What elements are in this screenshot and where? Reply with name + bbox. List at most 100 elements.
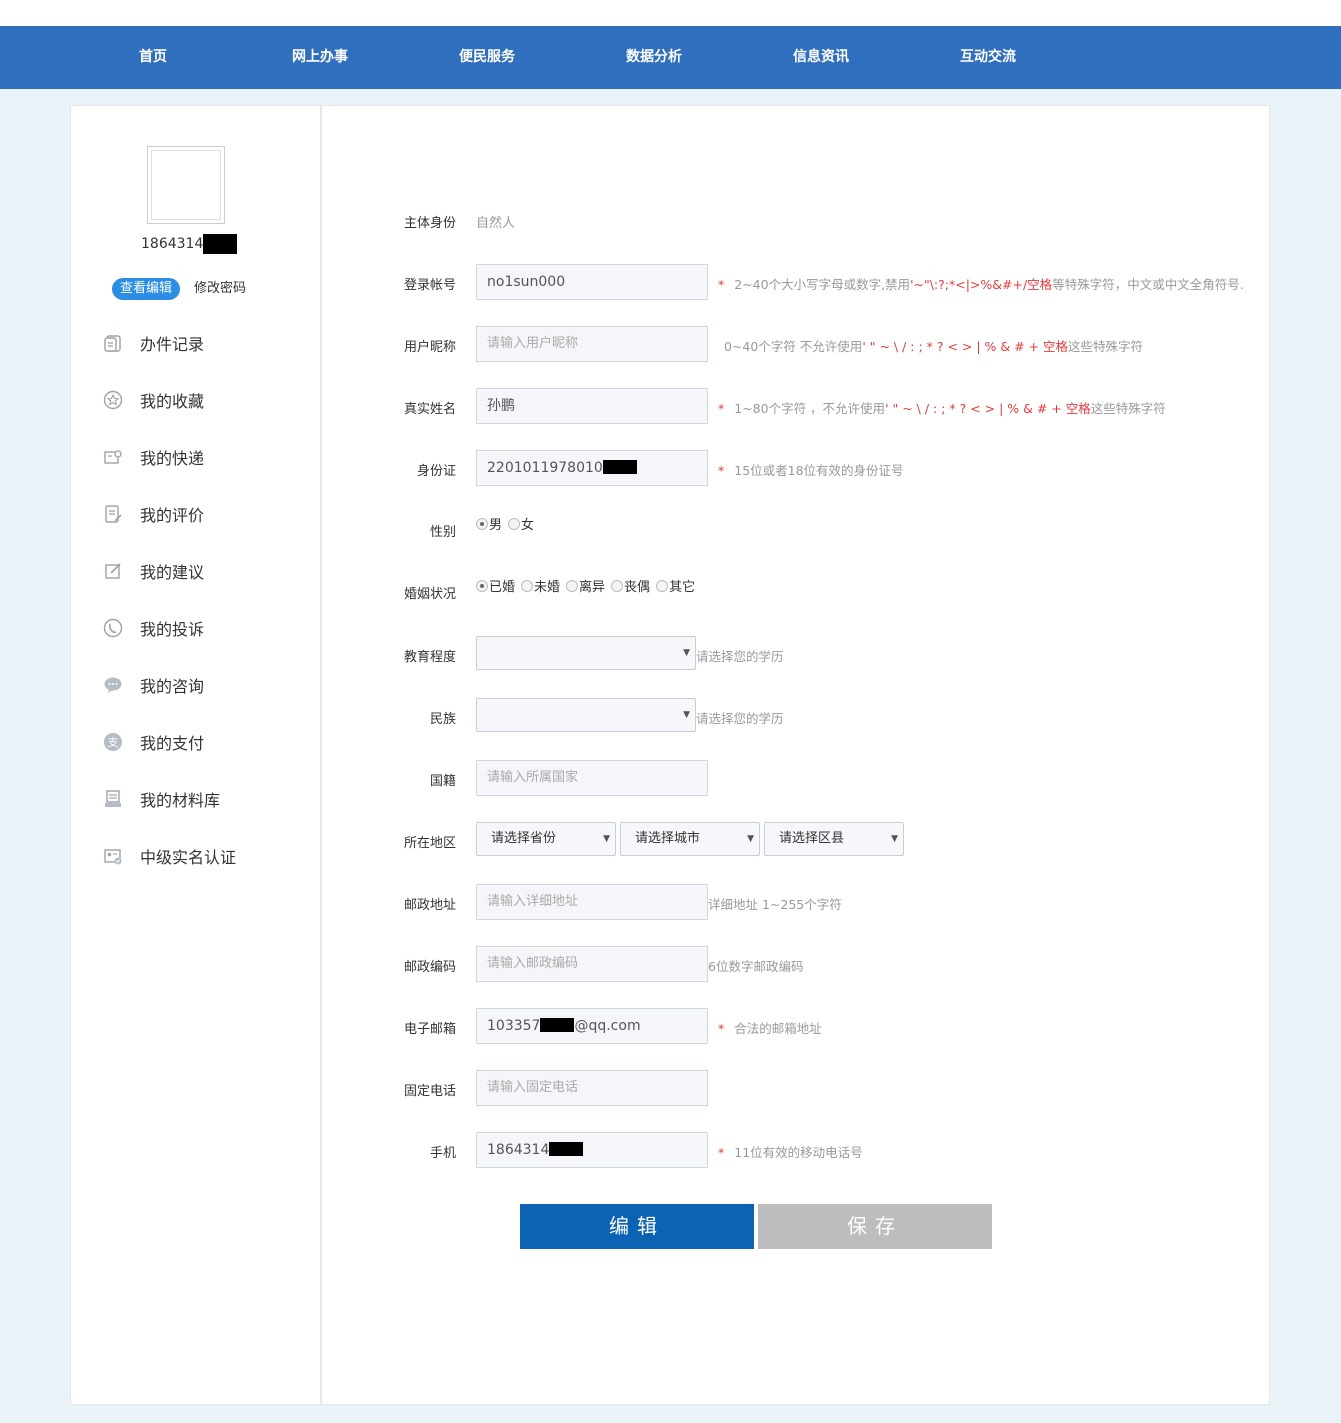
ethnicity-select[interactable]: ▼	[476, 698, 696, 732]
gender-option-label: 男	[489, 518, 503, 533]
gender-radio-female[interactable]	[508, 517, 521, 530]
marital-radio-married[interactable]	[476, 579, 488, 592]
sidebar-item-label: 我的评价	[140, 506, 205, 525]
province-select[interactable]: 请选择省份 ▼	[476, 822, 616, 856]
postcode-field[interactable]: 请输入邮政编码	[476, 946, 708, 982]
idcard-hint: * 15位或者18位有效的身份证号	[718, 460, 904, 479]
nav-online-service[interactable]: 网上办事	[292, 26, 348, 89]
address-hint: 详细地址 1~255个字符	[708, 897, 842, 912]
idcard-value: 2201011978010	[487, 460, 603, 476]
chevron-down-icon: ▼	[747, 834, 754, 844]
required-star: *	[718, 463, 725, 478]
education-select[interactable]: ▼	[476, 636, 696, 670]
mobile-hint-text: 11位有效的移动电话号	[734, 1145, 863, 1160]
marital-radio-divorced[interactable]	[566, 579, 579, 592]
nationality-field[interactable]: 请输入所属国家	[476, 760, 708, 796]
gender-option-label: 女	[521, 518, 535, 533]
avatar[interactable]	[147, 146, 225, 224]
edit-icon	[102, 560, 124, 582]
sidebar-item-suggestions[interactable]: 我的建议	[102, 556, 204, 586]
sidebar-item-label: 我的建议	[140, 563, 205, 582]
district-value: 请选择区县	[779, 831, 845, 846]
realname-hint-forbidden: ' " ~ \ / : ; * ? < > | % & # + 空格	[885, 401, 1091, 416]
express-icon	[102, 446, 124, 468]
gender-radio-male[interactable]	[476, 517, 488, 530]
sidebar-item-label: 中级实名认证	[140, 848, 237, 867]
svg-text:支: 支	[108, 736, 119, 749]
postcode-label: 邮政编码	[403, 960, 456, 975]
top-strip	[0, 0, 1341, 26]
record-icon	[102, 332, 124, 354]
marital-radio-other[interactable]	[656, 579, 669, 592]
sidebar-item-express[interactable]: 我的快递	[102, 442, 204, 472]
sidebar-item-label: 我的支付	[140, 734, 205, 753]
sidebar-item-consult[interactable]: 我的咨询	[102, 670, 204, 700]
nav-data-analysis[interactable]: 数据分析	[626, 26, 682, 89]
province-value: 请选择省份	[491, 831, 557, 846]
marital-option-label: 其它	[669, 580, 696, 595]
mobile-field[interactable]: 1864314	[476, 1132, 708, 1168]
username-text: 1864314	[141, 236, 204, 252]
sidebar-item-verification[interactable]: 中级实名认证	[102, 841, 236, 871]
realname-hint-suffix: 这些特殊字符	[1090, 401, 1166, 416]
marital-radio-widowed[interactable]	[611, 579, 624, 592]
realname-field[interactable]: 孙鹏	[476, 388, 708, 424]
redaction-mask	[540, 1017, 575, 1032]
mobile-label: 手机	[429, 1146, 456, 1161]
view-edit-button[interactable]: 查看编辑	[112, 278, 180, 300]
sidebar-item-label: 我的投诉	[140, 620, 205, 639]
district-select[interactable]: 请选择区县 ▼	[764, 822, 904, 856]
gender-radio-group: 男 女	[476, 514, 534, 533]
required-star: *	[718, 1145, 725, 1160]
email-field[interactable]: 103357 @qq.com	[476, 1008, 708, 1044]
required-star: *	[718, 277, 725, 292]
payment-icon: 支	[102, 731, 124, 753]
marital-option-label: 丧偶	[624, 580, 651, 595]
required-star: *	[718, 1021, 725, 1036]
nickname-field[interactable]: 请输入用户昵称	[476, 326, 708, 362]
gender-label: 性别	[429, 525, 456, 540]
ethnicity-hint: 请选择您的学历	[696, 711, 784, 726]
postcode-hint: 6位数字邮政编码	[708, 959, 804, 974]
nationality-label: 国籍	[429, 774, 456, 789]
sidebar-item-label: 我的快递	[140, 449, 205, 468]
email-label: 电子邮箱	[403, 1022, 456, 1037]
phone-field[interactable]: 请输入固定电话	[476, 1070, 708, 1106]
marital-radio-single[interactable]	[521, 579, 534, 592]
change-password-link[interactable]: 修改密码	[194, 278, 246, 300]
address-field[interactable]: 请输入详细地址	[476, 884, 708, 920]
sidebar-item-complaints[interactable]: 我的投诉	[102, 613, 204, 643]
identity-label: 主体身份	[403, 216, 456, 231]
realname-label: 真实姓名	[403, 402, 456, 417]
edit-button[interactable]: 编辑	[520, 1204, 754, 1249]
required-star: *	[718, 401, 725, 416]
nickname-label: 用户昵称	[403, 340, 456, 355]
realname-hint: * 1~80个字符 ，不允许使用' " ~ \ / : ; * ? < > | %…	[718, 398, 1166, 417]
save-button[interactable]: 保存	[758, 1204, 992, 1249]
sidebar-item-library[interactable]: 我的材料库	[102, 784, 220, 814]
nickname-hint-forbidden: ' " ~ \ / : ; * ? < > | % & # + 空格	[862, 339, 1069, 354]
sidebar-item-records[interactable]: 办件记录	[102, 328, 204, 358]
comment-icon	[102, 503, 124, 525]
ethnicity-label: 民族	[429, 712, 456, 727]
chevron-down-icon: ▼	[603, 834, 610, 844]
nav-interaction[interactable]: 互动交流	[960, 26, 1016, 89]
account-field[interactable]: no1sun000	[476, 264, 708, 300]
chat-icon	[102, 674, 124, 696]
email-hint: * 合法的邮箱地址	[718, 1018, 822, 1037]
account-label: 登录帐号	[403, 278, 456, 293]
sidebar-item-label: 我的材料库	[140, 791, 221, 810]
city-select[interactable]: 请选择城市 ▼	[620, 822, 760, 856]
content-panel: 1864314 查看编辑 修改密码 办件记录 我的收藏 我的快递 我的评价 我的…	[70, 105, 1270, 1405]
education-label: 教育程度	[403, 650, 456, 665]
nav-news[interactable]: 信息资讯	[793, 26, 849, 89]
idcard-field[interactable]: 2201011978010	[476, 450, 708, 486]
nav-home[interactable]: 首页	[139, 26, 167, 89]
nickname-hint-text: 0~40个字符 不允许使用	[724, 339, 863, 354]
nav-public-service[interactable]: 便民服务	[459, 26, 515, 89]
sidebar-item-reviews[interactable]: 我的评价	[102, 499, 204, 529]
sidebar-item-payment[interactable]: 支 我的支付	[102, 727, 204, 757]
sidebar-item-favorites[interactable]: 我的收藏	[102, 385, 204, 415]
education-hint: 请选择您的学历	[696, 649, 784, 664]
city-value: 请选择城市	[635, 831, 701, 846]
